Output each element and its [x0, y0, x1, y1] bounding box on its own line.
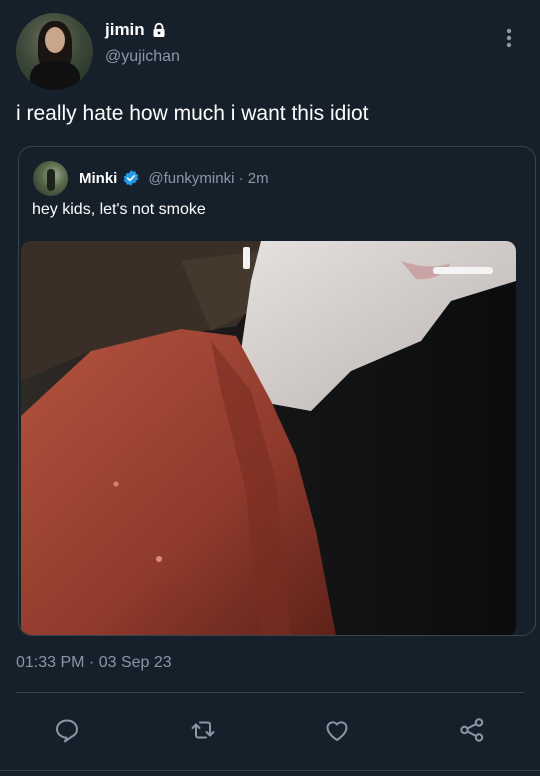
reply-icon[interactable] [53, 716, 81, 744]
quoted-author-avatar[interactable] [33, 161, 68, 196]
photo-illustration [21, 241, 516, 635]
author-name[interactable]: jimin [105, 20, 145, 40]
quoted-tweet-text: hey kids, let's not smoke [32, 201, 206, 218]
bottom-divider [0, 770, 540, 771]
quoted-tweet-photo[interactable] [21, 241, 516, 635]
divider [16, 692, 524, 693]
quoted-header: Minki @funkyminki · 2m [79, 169, 269, 187]
author-name-row: jimin [105, 20, 167, 40]
author-handle[interactable]: @yujichan [105, 48, 180, 66]
verified-badge-icon [124, 170, 139, 186]
more-vertical-icon[interactable] [497, 26, 521, 50]
retweet-icon[interactable] [189, 716, 217, 744]
avatar-face [45, 27, 65, 53]
share-icon[interactable] [458, 716, 486, 744]
quoted-author-name[interactable]: Minki [79, 170, 117, 187]
quoted-tweet-card[interactable]: Minki @funkyminki · 2m hey kids, let's n… [18, 146, 536, 636]
avatar-shirt [30, 61, 80, 90]
author-avatar[interactable] [16, 13, 93, 90]
quoted-author-handle[interactable]: @funkyminki · 2m [148, 170, 268, 187]
heart-icon[interactable] [323, 716, 351, 744]
tweet-text: i really hate how much i want this idiot [16, 102, 369, 125]
tweet-timestamp[interactable]: 01:33 PM · 03 Sep 23 [16, 654, 172, 672]
lock-icon [153, 22, 165, 37]
